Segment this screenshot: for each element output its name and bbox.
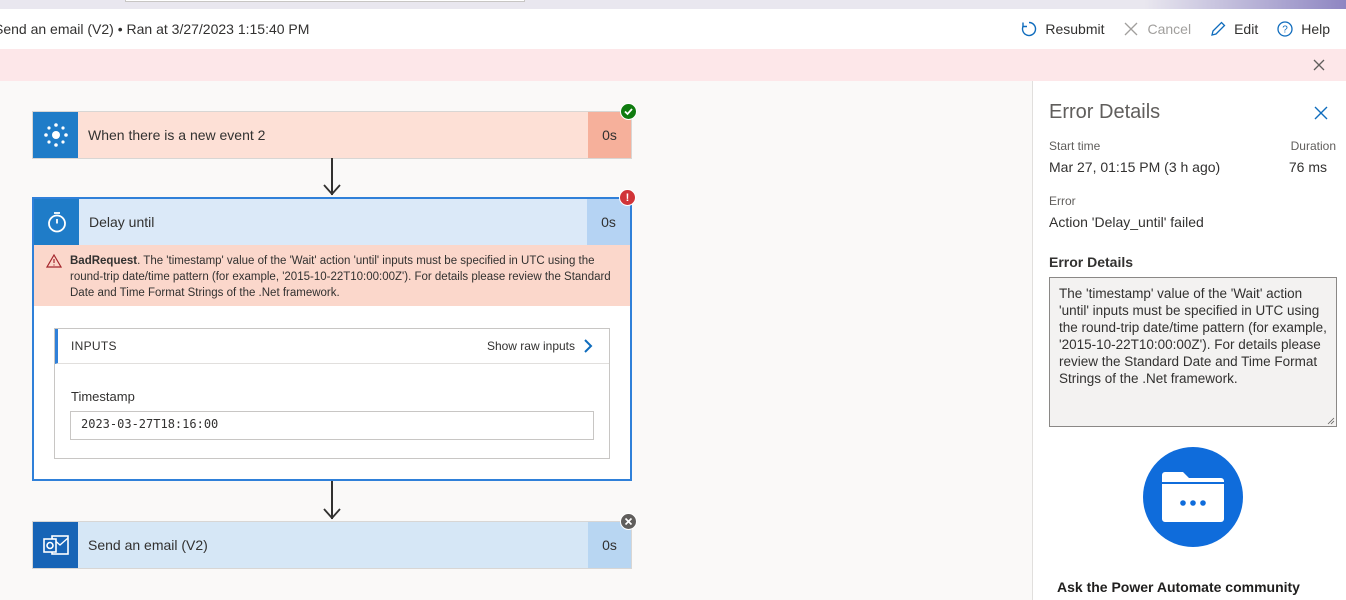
- close-icon[interactable]: [1314, 106, 1328, 120]
- duration-value: 76 ms: [1288, 159, 1327, 175]
- warning-icon: [46, 254, 62, 268]
- timestamp-value: 2023-03-27T18:16:00: [70, 411, 594, 440]
- resubmit-label: Resubmit: [1045, 21, 1105, 37]
- folder-icon: [1143, 447, 1243, 547]
- start-time-label: Start time: [1049, 139, 1101, 153]
- cancel-label: Cancel: [1147, 21, 1192, 37]
- delay-until-card[interactable]: Delay until 0s BadRequest. The 'timestam…: [32, 197, 632, 481]
- show-raw-label: Show raw inputs: [486, 339, 575, 353]
- browser-tab-edge: [125, 0, 525, 2]
- show-raw-inputs-link[interactable]: Show raw inputs: [487, 338, 593, 354]
- run-title: Send an email (V2) • Ran at 3/27/2023 1:…: [0, 21, 310, 37]
- outlook-icon: [33, 522, 78, 568]
- action-error-message: BadRequest. The 'timestamp' value of the…: [34, 245, 630, 306]
- arrow-down-icon: [323, 508, 341, 520]
- delay-duration: 0s: [587, 199, 630, 245]
- error-details-heading: Error Details: [1049, 254, 1134, 270]
- error-code: BadRequest: [70, 255, 138, 267]
- community-link[interactable]: Ask the Power Automate community: [1057, 579, 1300, 595]
- error-details-text: The 'timestamp' value of the 'Wait' acti…: [1059, 286, 1327, 386]
- pencil-icon: [1211, 21, 1226, 36]
- start-time-value: Mar 27, 01:15 PM (3 h ago): [1049, 159, 1221, 175]
- edit-button[interactable]: Edit: [1209, 20, 1258, 38]
- browser-strip: [0, 0, 1346, 9]
- trigger-title: When there is a new event 2: [78, 112, 588, 158]
- help-label: Help: [1301, 21, 1330, 37]
- duration-label: Duration: [1290, 139, 1336, 153]
- delay-title: Delay until: [79, 199, 587, 245]
- error-banner: [0, 49, 1346, 81]
- error-value: Action 'Delay_until' failed: [1049, 214, 1204, 230]
- inputs-label: INPUTS: [71, 339, 117, 353]
- timer-icon: [34, 199, 79, 245]
- error-text: . The 'timestamp' value of the 'Wait' ac…: [70, 255, 611, 299]
- edit-label: Edit: [1234, 21, 1259, 37]
- help-button[interactable]: ? Help: [1276, 20, 1330, 38]
- email-title: Send an email (V2): [78, 522, 588, 568]
- inputs-panel: INPUTS Show raw inputs Timestamp 2023-03…: [54, 328, 610, 459]
- error-details-panel: Error Details Start time Mar 27, 01:15 P…: [1032, 81, 1346, 600]
- refresh-icon: [1022, 21, 1037, 37]
- close-icon: [1125, 22, 1138, 36]
- success-check-icon: [620, 103, 637, 120]
- header-actions: Resubmit Cancel Edit ? Help: [1020, 9, 1330, 49]
- resubmit-button[interactable]: Resubmit: [1020, 20, 1104, 38]
- flow-canvas: When there is a new event 2 0s Delay unt…: [0, 81, 1032, 600]
- arrow-down-icon: [323, 184, 341, 196]
- error-label: Error: [1049, 194, 1076, 208]
- inputs-header: INPUTS Show raw inputs: [55, 329, 609, 364]
- error-details-textarea[interactable]: The 'timestamp' value of the 'Wait' acti…: [1049, 277, 1337, 427]
- help-icon: ?: [1277, 21, 1293, 37]
- error-status-icon: !: [619, 189, 636, 206]
- cancel-button[interactable]: Cancel: [1122, 20, 1191, 38]
- send-email-card[interactable]: Send an email (V2) 0s: [32, 521, 632, 569]
- event-trigger-icon: [33, 112, 78, 158]
- trigger-card[interactable]: When there is a new event 2 0s: [32, 111, 632, 159]
- panel-title: Error Details: [1049, 101, 1161, 123]
- svg-text:?: ?: [1282, 25, 1288, 36]
- resize-grip-icon[interactable]: [1327, 417, 1335, 425]
- timestamp-label: Timestamp: [71, 389, 135, 404]
- close-icon[interactable]: [1312, 58, 1326, 72]
- chevron-right-icon: [584, 339, 593, 353]
- skipped-x-icon: [620, 513, 637, 530]
- run-header: Send an email (V2) • Ran at 3/27/2023 1:…: [0, 9, 1346, 49]
